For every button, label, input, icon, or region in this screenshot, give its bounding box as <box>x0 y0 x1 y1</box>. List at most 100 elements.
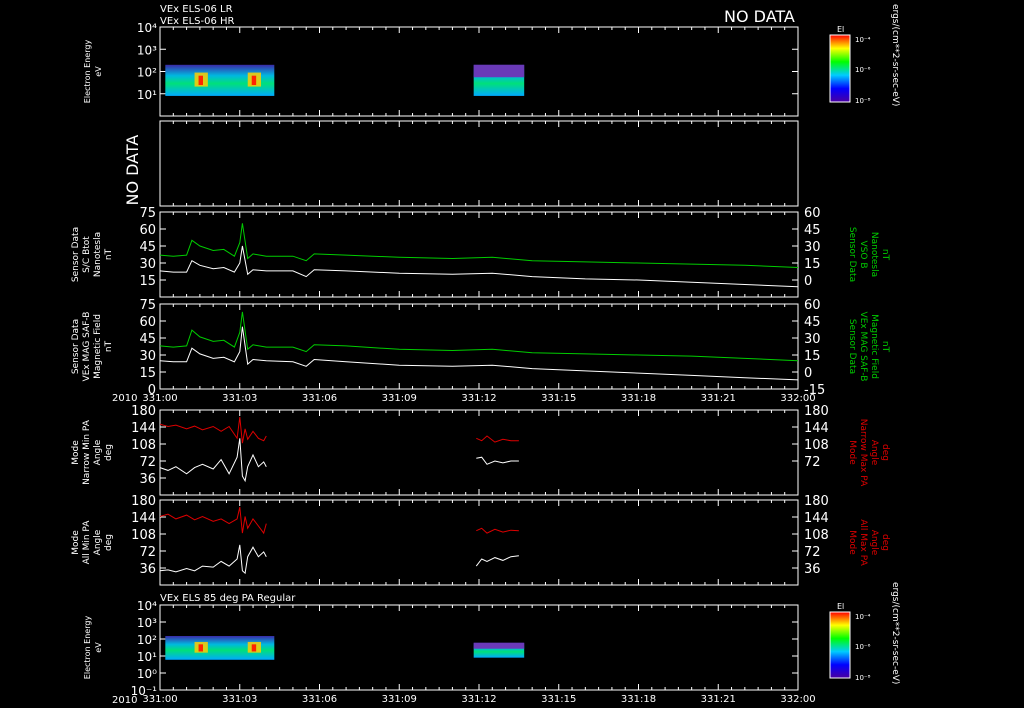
x-tick-label: 331:06 <box>302 694 337 705</box>
colorbar-top <box>829 34 851 103</box>
ytick-label-right-sc_bmag: 30 <box>804 240 821 255</box>
ylabel-left-narrow_pa: Angle <box>93 439 103 465</box>
x-tick-label: 331:12 <box>461 694 496 705</box>
ytick-label-left-all_pa: 108 <box>131 528 156 543</box>
ytick-label-left-mag_saf: 75 <box>139 298 156 313</box>
ytick-label-left-mag_saf: 30 <box>139 349 156 364</box>
panel-frame-no_data_panel <box>159 120 799 207</box>
x-tick-label: 331:00 <box>142 694 177 705</box>
ytick-label-right-sc_bmag: 0 <box>804 274 812 289</box>
x-tick-label: 331:09 <box>382 393 417 404</box>
ylabel-left-sc_bmag: Nanotesla <box>93 232 103 277</box>
colorbar-bottom-tick-2: 10⁻⁶ <box>855 643 871 651</box>
ylabel-right-mag_saf: Sensor Data <box>847 319 857 374</box>
panel-frame-narrow_pa <box>159 409 799 496</box>
ytick-label-energy_top: 10¹ <box>137 88 157 102</box>
colorbar-top-tick-2: 10⁻⁶ <box>855 66 871 74</box>
colorbar-top-unit: ergs/(cm**2-sr-sec-eV) <box>890 4 900 106</box>
ylabel-left-all_pa: Mode <box>71 530 81 555</box>
ylabel-right-sc_bmag: nT <box>880 249 890 261</box>
x-tick-label: 331:06 <box>302 393 337 404</box>
ytick-label-energy_bottom: 10³ <box>137 616 157 630</box>
ylabel-left-all_pa: deg <box>104 534 114 551</box>
x-tick-label: 331:03 <box>222 694 257 705</box>
plot-canvas: VEx ELS-06 LR VEx ELS-06 HR NO DATA VEx … <box>71 4 900 706</box>
x-tick-label: 331:15 <box>541 393 576 404</box>
ytick-label-left-narrow_pa: 108 <box>131 438 156 453</box>
ytick-label-right-narrow_pa: 180 <box>804 404 829 419</box>
series-line-green-sc_bmag <box>159 223 799 268</box>
ytick-label-left-narrow_pa: 144 <box>131 421 156 436</box>
ylabel-left-mag_saf: Sensor Data <box>71 319 81 374</box>
colorbar-bottom-unit: ergs/(cm**2-sr-sec-eV) <box>890 582 900 684</box>
x-tick-label: 332:00 <box>780 694 815 705</box>
ylabel-energy_bottom: eV <box>94 642 103 653</box>
spectrogram-peak-energy_bottom <box>198 644 203 652</box>
ytick-label-right-mag_saf: 15 <box>804 349 821 364</box>
ylabel-energy_top: eV <box>94 66 103 77</box>
ytick-label-left-sc_bmag: 45 <box>139 240 156 255</box>
ytick-label-right-sc_bmag: 45 <box>804 223 821 238</box>
series-line-red-all_pa <box>159 506 267 535</box>
spectrogram-band-energy_top <box>473 64 525 78</box>
ylabel-right-all_pa: All Max PA <box>858 519 868 566</box>
x-tick-label: 331:12 <box>461 393 496 404</box>
no-data-header: NO DATA <box>724 7 795 26</box>
ylabel-right-narrow_pa: deg <box>880 444 890 461</box>
ytick-label-right-sc_bmag: 15 <box>804 257 821 272</box>
colorbar-bottom-tick-1: 10⁻⁴ <box>855 613 871 621</box>
ytick-label-energy_bottom: 10² <box>137 633 157 647</box>
colorbar-top-tick-1: 10⁻⁴ <box>855 36 871 44</box>
spectrogram-band-energy_bottom <box>473 642 525 649</box>
ytick-label-left-narrow_pa: 72 <box>139 455 156 470</box>
ytick-label-right-all_pa: 108 <box>804 528 829 543</box>
header-line1: VEx ELS-06 LR <box>160 4 233 15</box>
colorbar-top-title: El <box>837 25 844 34</box>
series-line-red-narrow_pa <box>476 435 519 443</box>
ylabel-right-narrow_pa: Angle <box>869 440 879 466</box>
ytick-label-right-all_pa: 72 <box>804 545 821 560</box>
ytick-label-left-all_pa: 72 <box>139 545 156 560</box>
ytick-label-left-mag_saf: 45 <box>139 332 156 347</box>
x-tick-label: 331:21 <box>701 393 736 404</box>
ylabel-right-mag_saf: Magnetic Field <box>869 314 879 379</box>
header-line2: VEx ELS-06 HR <box>160 16 235 27</box>
ylabel-left-mag_saf: nT <box>104 340 114 352</box>
panel-frame-all_pa <box>159 499 799 586</box>
ylabel-right-all_pa: Mode <box>847 530 857 555</box>
ytick-label-left-sc_bmag: 60 <box>139 223 156 238</box>
ylabel-energy_top: Electron Energy <box>83 40 92 104</box>
ylabel-left-all_pa: All Min PA <box>82 520 92 565</box>
series-line-green-mag_saf <box>159 311 799 362</box>
colorbar-bottom-tick-3: 10⁻⁸ <box>855 674 871 682</box>
ytick-label-left-sc_bmag: 15 <box>139 274 156 289</box>
ytick-label-right-mag_saf: 0 <box>804 366 812 381</box>
ytick-label-left-all_pa: 36 <box>139 562 156 577</box>
ylabel-energy_bottom: Electron Energy <box>83 616 92 680</box>
ytick-label-right-narrow_pa: 108 <box>804 438 829 453</box>
ylabel-left-narrow_pa: Narrow Min PA <box>82 419 92 485</box>
series-line-red-all_pa <box>476 527 519 534</box>
x-tick-label: 331:03 <box>222 393 257 404</box>
ylabel-left-sc_bmag: Sensor Data <box>71 227 81 282</box>
ylabel-right-sc_bmag: VSO B <box>858 241 868 269</box>
ylabel-right-sc_bmag: Sensor Data <box>847 227 857 282</box>
spectrogram-peak-energy_bottom <box>251 644 257 652</box>
ytick-label-left-sc_bmag: 75 <box>139 206 156 221</box>
bottom-title: VEx ELS 85 deg PA Regular <box>160 593 296 604</box>
colorbar-top-tick-3: 10⁻⁸ <box>855 97 871 105</box>
x-tick-label: 331:18 <box>621 694 656 705</box>
x-tick-label: 332:00 <box>780 393 815 404</box>
ytick-label-right-narrow_pa: 144 <box>804 421 829 436</box>
ytick-label-left-sc_bmag: 30 <box>139 257 156 272</box>
colorbar-bottom-title: El <box>837 602 844 611</box>
ylabel-left-mag_saf: VEx MAG SAF-B <box>82 312 92 382</box>
ytick-label-right-mag_saf: 60 <box>804 298 821 313</box>
series-line-white-sc_bmag <box>159 245 799 288</box>
x-tick-label: 331:21 <box>701 694 736 705</box>
ytick-label-right-all_pa: 36 <box>804 562 821 577</box>
no-data-vertical-label: NO DATA <box>123 135 142 206</box>
ylabel-right-narrow_pa: Mode <box>847 440 857 465</box>
ytick-label-left-all_pa: 144 <box>131 511 156 526</box>
ytick-label-energy_bottom: 10⁰ <box>137 667 157 681</box>
